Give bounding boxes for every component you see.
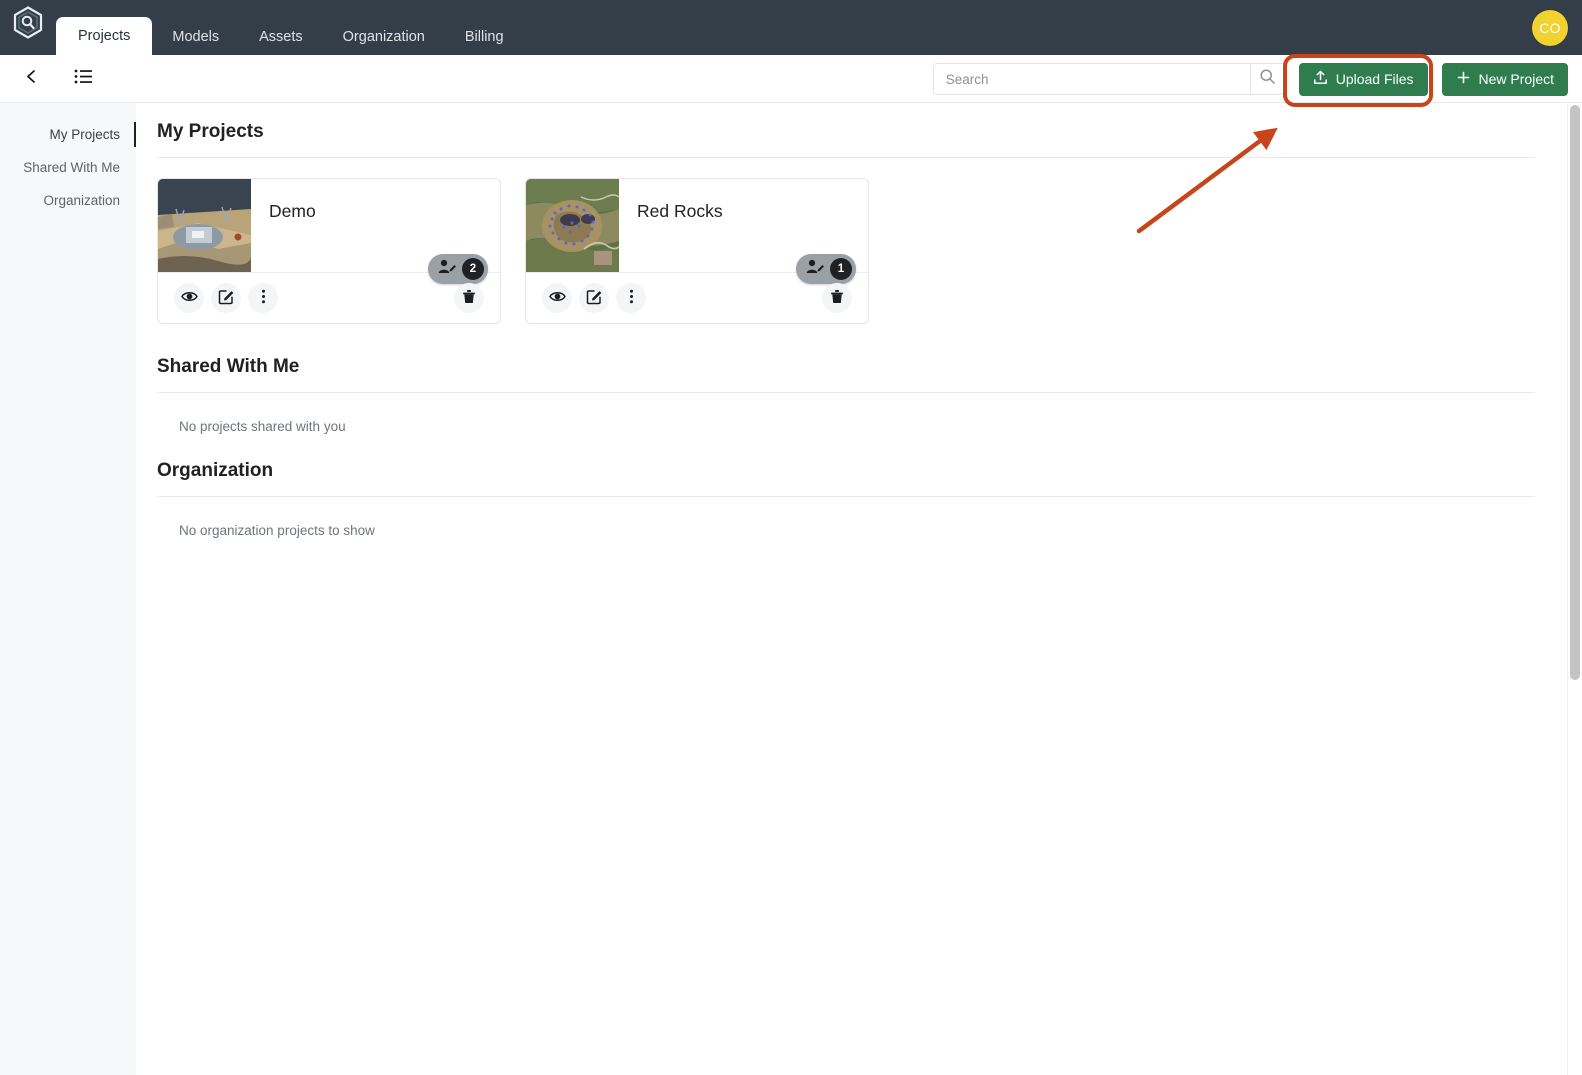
project-card-list: Demo 2 Red Rocks 1 <box>157 178 1566 324</box>
empty-state-text: No organization projects to show <box>179 523 375 538</box>
avatar-initials: CO <box>1539 20 1561 36</box>
project-thumbnail <box>526 179 619 272</box>
share-count: 2 <box>462 258 484 280</box>
edit-project-button[interactable] <box>211 283 241 313</box>
plus-icon <box>1456 70 1471 88</box>
hexagon-magnifier-logo-icon <box>13 5 43 44</box>
toolbar-right-group: Upload Files New Project <box>932 55 1568 103</box>
tab-projects[interactable]: Projects <box>56 17 153 55</box>
trash-icon <box>829 288 845 308</box>
sidebar: My Projects Shared With Me Organization <box>0 103 136 1075</box>
section-divider <box>157 157 1535 158</box>
view-project-button[interactable] <box>174 283 204 313</box>
section-divider <box>157 496 1535 497</box>
upload-icon <box>1313 70 1328 88</box>
new-project-label: New Project <box>1478 71 1554 87</box>
section-shared-with-me: Shared With Me No projects shared with y… <box>136 356 1566 434</box>
eye-icon <box>548 288 566 308</box>
section-divider <box>157 392 1535 393</box>
top-navigation-bar: Projects Models Assets Organization Bill… <box>0 0 1582 55</box>
trash-icon <box>461 288 477 308</box>
share-badge[interactable]: 1 <box>796 254 856 284</box>
back-button[interactable] <box>14 62 48 96</box>
tab-billing[interactable]: Billing <box>445 19 524 55</box>
tab-organization-label: Organization <box>342 29 425 45</box>
main-content: My Projects Demo 2 Red Rocks 1 Shared Wi… <box>136 103 1566 1075</box>
sidebar-item-my-projects-label: My Projects <box>49 127 120 142</box>
search-box <box>932 63 1285 95</box>
scrollbar-thumb[interactable] <box>1570 105 1580 680</box>
delete-project-button[interactable] <box>454 283 484 313</box>
chevron-left-icon <box>23 68 40 90</box>
tab-organization[interactable]: Organization <box>323 19 445 55</box>
tab-assets[interactable]: Assets <box>239 19 323 55</box>
sidebar-item-shared-with-me-label: Shared With Me <box>23 160 120 175</box>
tab-projects-label: Projects <box>78 28 131 44</box>
app-logo[interactable] <box>0 0 56 55</box>
page-title: My Projects <box>157 121 264 142</box>
tab-billing-label: Billing <box>464 29 504 45</box>
share-count: 1 <box>830 258 852 280</box>
tab-models[interactable]: Models <box>152 19 239 55</box>
view-project-button[interactable] <box>542 283 572 313</box>
search-input[interactable] <box>933 64 1250 94</box>
project-card-actions: 1 <box>526 254 868 323</box>
person-edit-icon <box>806 258 825 280</box>
project-card-actions: 2 <box>158 254 500 323</box>
section-heading: Shared With Me <box>157 356 300 377</box>
tab-models-label: Models <box>172 29 220 45</box>
section-my-projects: My Projects Demo 2 Red Rocks 1 <box>136 121 1566 324</box>
project-name: Demo <box>269 201 316 221</box>
share-badge[interactable]: 2 <box>428 254 488 284</box>
pencil-square-icon <box>586 288 603 308</box>
empty-state-text: No projects shared with you <box>179 419 346 434</box>
person-edit-icon <box>438 258 457 280</box>
app-root: Projects Models Assets Organization Bill… <box>0 0 1582 1075</box>
upload-files-button[interactable]: Upload Files <box>1298 62 1428 96</box>
more-options-button[interactable] <box>616 283 646 313</box>
delete-project-button[interactable] <box>822 283 852 313</box>
list-view-button[interactable] <box>66 62 100 96</box>
user-avatar[interactable]: CO <box>1532 10 1568 46</box>
section-organization: Organization No organization projects to… <box>136 460 1566 538</box>
sidebar-item-shared-with-me[interactable]: Shared With Me <box>0 151 136 184</box>
eye-icon <box>180 288 198 308</box>
sidebar-item-organization-label: Organization <box>43 193 120 208</box>
main-tabs: Projects Models Assets Organization Bill… <box>56 0 524 55</box>
search-icon <box>1259 68 1276 90</box>
section-heading: Organization <box>157 460 274 481</box>
new-project-button[interactable]: New Project <box>1441 62 1568 96</box>
more-vertical-icon <box>629 288 634 308</box>
more-vertical-icon <box>261 288 266 308</box>
tab-assets-label: Assets <box>259 29 303 45</box>
more-options-button[interactable] <box>248 283 278 313</box>
vertical-scrollbar[interactable] <box>1567 103 1582 1075</box>
edit-project-button[interactable] <box>579 283 609 313</box>
search-button[interactable] <box>1249 64 1284 94</box>
project-card[interactable]: Demo 2 <box>157 178 501 324</box>
project-name: Red Rocks <box>637 201 723 221</box>
upload-files-label: Upload Files <box>1335 71 1414 87</box>
project-thumbnail <box>158 179 251 272</box>
pencil-square-icon <box>218 288 235 308</box>
toolbar: Upload Files New Project <box>0 55 1582 103</box>
project-card[interactable]: Red Rocks 1 <box>525 178 869 324</box>
sidebar-item-my-projects[interactable]: My Projects <box>0 118 136 151</box>
sidebar-item-organization[interactable]: Organization <box>0 184 136 217</box>
list-view-icon <box>74 68 93 90</box>
